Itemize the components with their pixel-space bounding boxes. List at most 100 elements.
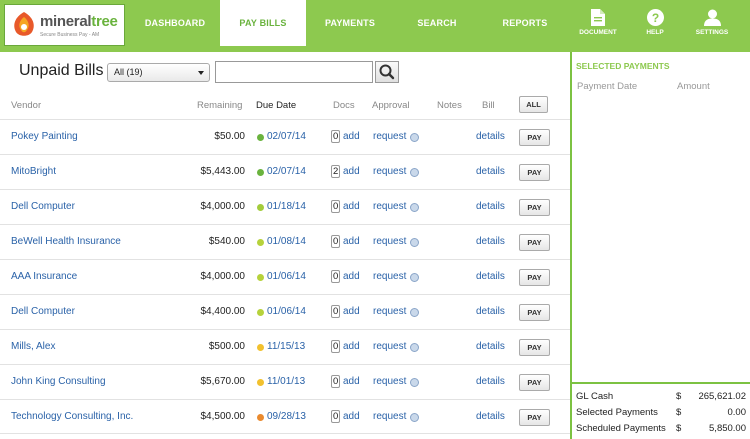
bill-details-link[interactable]: details [476,166,505,177]
due-date-link[interactable]: 01/06/14 [267,271,306,282]
approver-person-icon[interactable] [410,343,419,352]
approver-person-icon[interactable] [410,203,419,212]
brand-logo[interactable]: mineraltree Secure Business Pay - AM [4,4,125,46]
document-nav-label: DOCUMENT [579,29,617,36]
add-doc-link[interactable]: add [343,271,360,282]
request-approval-link[interactable]: request [373,376,406,387]
add-doc-link[interactable]: add [343,411,360,422]
approver-person-icon[interactable] [410,168,419,177]
table-row: Dell Computer $4,000.00 01/18/14 0 add reques… [0,189,570,224]
add-doc-link[interactable]: add [343,341,360,352]
search-button[interactable] [375,61,399,83]
tab-payments[interactable]: PAYMENTS [306,0,394,46]
total-label: Scheduled Payments [576,423,666,434]
user-icon [703,9,721,26]
bill-details-link[interactable]: details [476,411,505,422]
svg-text:?: ? [651,11,658,25]
add-doc-link[interactable]: add [343,376,360,387]
docs-count-badge: 0 [331,130,341,143]
bill-details-link[interactable]: details [476,306,505,317]
vendor-link[interactable]: Mills, Alex [11,341,55,352]
request-approval-link[interactable]: request [373,306,406,317]
remaining-amount: $50.00 [214,131,245,142]
vendor-link[interactable]: AAA Insurance [11,271,77,282]
tab-pay-bills[interactable]: PAY BILLS [220,0,306,46]
pay-button[interactable]: PAY [519,339,550,356]
bill-details-link[interactable]: details [476,201,505,212]
settings-nav-label: SETTINGS [695,29,729,36]
column-header-due-date[interactable]: Due Date [256,100,296,111]
document-nav-button[interactable]: DOCUMENT [573,8,623,36]
pay-button[interactable]: PAY [519,129,550,146]
bill-filter-dropdown[interactable]: All (19) [107,63,210,82]
search-icon [379,64,395,80]
request-approval-link[interactable]: request [373,131,406,142]
search-input[interactable] [215,61,373,83]
bill-details-link[interactable]: details [476,341,505,352]
approver-person-icon[interactable] [410,413,419,422]
total-label: GL Cash [576,391,614,402]
column-header-vendor[interactable]: Vendor [11,100,41,111]
vendor-link[interactable]: Pokey Painting [11,131,78,142]
column-header-approval[interactable]: Approval [372,100,410,111]
pay-button[interactable]: PAY [519,164,550,181]
due-date-link[interactable]: 02/07/14 [267,166,306,177]
vendor-link[interactable]: MitoBright [11,166,56,177]
due-date-link[interactable]: 11/01/13 [267,376,305,387]
request-approval-link[interactable]: request [373,236,406,247]
request-approval-link[interactable]: request [373,341,406,352]
due-date-link[interactable]: 09/28/13 [267,411,306,422]
due-date-link[interactable]: 02/07/14 [267,131,306,142]
request-approval-link[interactable]: request [373,166,406,177]
vendor-link[interactable]: Technology Consulting, Inc. [11,411,133,422]
vendor-link[interactable]: John King Consulting [11,376,106,387]
request-approval-link[interactable]: request [373,201,406,212]
column-header-docs[interactable]: Docs [333,100,355,111]
vendor-link[interactable]: BeWell Health Insurance [11,236,121,247]
add-doc-link[interactable]: add [343,166,360,177]
column-header-remaining[interactable]: Remaining [197,100,242,111]
pay-button[interactable]: PAY [519,304,550,321]
approver-person-icon[interactable] [410,133,419,142]
help-nav-button[interactable]: ? HELP [630,8,680,36]
pay-button[interactable]: PAY [519,269,550,286]
pay-button[interactable]: PAY [519,374,550,391]
pay-button[interactable]: PAY [519,199,550,216]
table-row: BeWell Health Insurance $540.00 01/08/14 0 a… [0,224,570,259]
docs-count-badge: 0 [331,340,341,353]
due-date-link[interactable]: 01/08/14 [267,236,306,247]
request-approval-link[interactable]: request [373,411,406,422]
bill-details-link[interactable]: details [476,131,505,142]
pay-all-button[interactable]: ALL [519,96,548,113]
page-title: Unpaid Bills [19,62,104,79]
due-date-link[interactable]: 01/06/14 [267,306,306,317]
bill-details-link[interactable]: details [476,376,505,387]
settings-nav-button[interactable]: SETTINGS [687,8,737,36]
approver-person-icon[interactable] [410,238,419,247]
selected-payments-panel: SELECTED PAYMENTS Payment Date Amount GL… [570,52,750,439]
tab-dashboard[interactable]: DASHBOARD [130,0,220,46]
approver-person-icon[interactable] [410,308,419,317]
add-doc-link[interactable]: add [343,201,360,212]
vendor-link[interactable]: Dell Computer [11,306,75,317]
pay-button[interactable]: PAY [519,234,550,251]
pay-button[interactable]: PAY [519,409,550,426]
remaining-amount: $5,443.00 [200,166,246,177]
add-doc-link[interactable]: add [343,306,360,317]
approver-person-icon[interactable] [410,273,419,282]
tab-search[interactable]: SEARCH [394,0,480,46]
bill-details-link[interactable]: details [476,236,505,247]
approver-person-icon[interactable] [410,378,419,387]
add-doc-link[interactable]: add [343,131,360,142]
column-header-bill[interactable]: Bill [482,100,495,111]
due-date-link[interactable]: 11/15/13 [267,341,305,352]
tab-reports[interactable]: REPORTS [480,0,570,46]
add-doc-link[interactable]: add [343,236,360,247]
column-header-notes[interactable]: Notes [437,100,462,111]
selected-payments-title: SELECTED PAYMENTS [576,61,670,71]
bill-details-link[interactable]: details [476,271,505,282]
due-date-link[interactable]: 01/18/14 [267,201,306,212]
vendor-link[interactable]: Dell Computer [11,201,75,212]
due-status-dot-icon [257,344,264,351]
request-approval-link[interactable]: request [373,271,406,282]
